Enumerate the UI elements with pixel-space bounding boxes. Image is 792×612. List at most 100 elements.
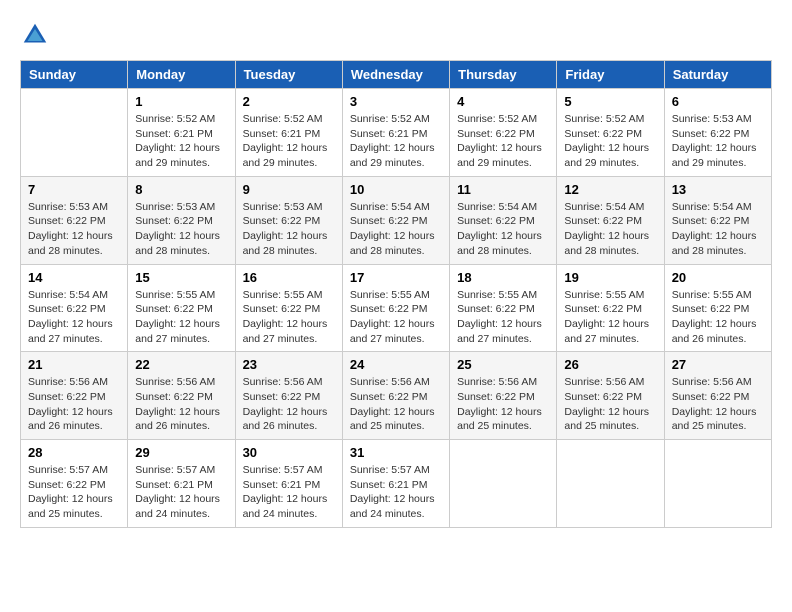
- day-number: 27: [672, 357, 764, 372]
- day-number: 11: [457, 182, 549, 197]
- day-info: Sunrise: 5:56 AM Sunset: 6:22 PM Dayligh…: [457, 375, 549, 434]
- day-cell: 27Sunrise: 5:56 AM Sunset: 6:22 PM Dayli…: [664, 352, 771, 440]
- day-info: Sunrise: 5:53 AM Sunset: 6:22 PM Dayligh…: [672, 112, 764, 171]
- header-row: SundayMondayTuesdayWednesdayThursdayFrid…: [21, 61, 772, 89]
- week-row-4: 21 Sunrise: 5:56 AM Sunset: 6:22 PM Dayli…: [21, 352, 772, 440]
- day-cell: 2 Sunrise: 5:52 AM Sunset: 6:21 PM Daylig…: [235, 89, 342, 177]
- day-cell: 14 Sunrise: 5:54 AM Sunset: 6:22 PM Dayli…: [21, 264, 128, 352]
- day-cell: 30Sunrise: 5:57 AM Sunset: 6:21 PM Dayli…: [235, 440, 342, 528]
- day-info: Sunrise: 5:56 AM Sunset: 6:22 PM Dayligh…: [350, 375, 442, 434]
- day-info: Sunrise: 5:52 AM Sunset: 6:21 PM Dayligh…: [135, 112, 227, 171]
- day-info: Sunrise: 5:57 AM Sunset: 6:21 PM Dayligh…: [135, 463, 227, 522]
- day-cell: 6 Sunrise: 5:53 AM Sunset: 6:22 PM Daylig…: [664, 89, 771, 177]
- day-number: 22: [135, 357, 227, 372]
- day-cell: 16Sunrise: 5:55 AM Sunset: 6:22 PM Dayli…: [235, 264, 342, 352]
- day-info: Sunrise: 5:54 AM Sunset: 6:22 PM Dayligh…: [672, 200, 764, 259]
- day-info: Sunrise: 5:52 AM Sunset: 6:21 PM Dayligh…: [243, 112, 335, 171]
- day-cell: 24 Sunrise: 5:56 AM Sunset: 6:22 PM Dayli…: [342, 352, 449, 440]
- day-number: 28: [28, 445, 120, 460]
- week-row-3: 14 Sunrise: 5:54 AM Sunset: 6:22 PM Dayli…: [21, 264, 772, 352]
- day-number: 14: [28, 270, 120, 285]
- day-number: 9: [243, 182, 335, 197]
- day-number: 4: [457, 94, 549, 109]
- day-info: Sunrise: 5:53 AM Sunset: 6:22 PM Dayligh…: [243, 200, 335, 259]
- day-info: Sunrise: 5:54 AM Sunset: 6:22 PM Dayligh…: [28, 288, 120, 347]
- day-info: Sunrise: 5:52 AM Sunset: 6:21 PM Dayligh…: [350, 112, 442, 171]
- day-info: Sunrise: 5:55 AM Sunset: 6:22 PM Dayligh…: [243, 288, 335, 347]
- header: [20, 20, 772, 50]
- col-header-tuesday: Tuesday: [235, 61, 342, 89]
- day-cell: 10Sunrise: 5:54 AM Sunset: 6:22 PM Dayli…: [342, 176, 449, 264]
- day-cell: 3 Sunrise: 5:52 AM Sunset: 6:21 PM Daylig…: [342, 89, 449, 177]
- day-info: Sunrise: 5:56 AM Sunset: 6:22 PM Dayligh…: [135, 375, 227, 434]
- week-row-2: 7 Sunrise: 5:53 AM Sunset: 6:22 PM Daylig…: [21, 176, 772, 264]
- day-info: Sunrise: 5:52 AM Sunset: 6:22 PM Dayligh…: [457, 112, 549, 171]
- col-header-thursday: Thursday: [450, 61, 557, 89]
- col-header-sunday: Sunday: [21, 61, 128, 89]
- calendar-table: SundayMondayTuesdayWednesdayThursdayFrid…: [20, 60, 772, 528]
- day-cell: 13 Sunrise: 5:54 AM Sunset: 6:22 PM Dayli…: [664, 176, 771, 264]
- day-cell: 12Sunrise: 5:54 AM Sunset: 6:22 PM Dayli…: [557, 176, 664, 264]
- day-cell: 4 Sunrise: 5:52 AM Sunset: 6:22 PM Daylig…: [450, 89, 557, 177]
- day-number: 7: [28, 182, 120, 197]
- day-cell: [664, 440, 771, 528]
- day-info: Sunrise: 5:57 AM Sunset: 6:21 PM Dayligh…: [350, 463, 442, 522]
- day-number: 25: [457, 357, 549, 372]
- day-number: 6: [672, 94, 764, 109]
- day-cell: 23 Sunrise: 5:56 AM Sunset: 6:22 PM Dayli…: [235, 352, 342, 440]
- day-info: Sunrise: 5:56 AM Sunset: 6:22 PM Dayligh…: [28, 375, 120, 434]
- day-info: Sunrise: 5:54 AM Sunset: 6:22 PM Dayligh…: [457, 200, 549, 259]
- day-number: 13: [672, 182, 764, 197]
- day-number: 30: [243, 445, 335, 460]
- day-cell: [450, 440, 557, 528]
- day-number: 3: [350, 94, 442, 109]
- day-info: Sunrise: 5:53 AM Sunset: 6:22 PM Dayligh…: [28, 200, 120, 259]
- day-number: 8: [135, 182, 227, 197]
- col-header-friday: Friday: [557, 61, 664, 89]
- week-row-5: 28 Sunrise: 5:57 AM Sunset: 6:22 PM Dayli…: [21, 440, 772, 528]
- day-number: 26: [564, 357, 656, 372]
- day-number: 21: [28, 357, 120, 372]
- day-info: Sunrise: 5:55 AM Sunset: 6:22 PM Dayligh…: [135, 288, 227, 347]
- day-cell: 21 Sunrise: 5:56 AM Sunset: 6:22 PM Dayli…: [21, 352, 128, 440]
- day-number: 24: [350, 357, 442, 372]
- day-number: 23: [243, 357, 335, 372]
- day-cell: 25 Sunrise: 5:56 AM Sunset: 6:22 PM Dayli…: [450, 352, 557, 440]
- day-number: 2: [243, 94, 335, 109]
- day-info: Sunrise: 5:54 AM Sunset: 6:22 PM Dayligh…: [564, 200, 656, 259]
- day-info: Sunrise: 5:57 AM Sunset: 6:22 PM Dayligh…: [28, 463, 120, 522]
- day-cell: 18Sunrise: 5:55 AM Sunset: 6:22 PM Dayli…: [450, 264, 557, 352]
- day-number: 29: [135, 445, 227, 460]
- day-info: Sunrise: 5:55 AM Sunset: 6:22 PM Dayligh…: [350, 288, 442, 347]
- day-cell: 29 Sunrise: 5:57 AM Sunset: 6:21 PM Dayli…: [128, 440, 235, 528]
- day-info: Sunrise: 5:53 AM Sunset: 6:22 PM Dayligh…: [135, 200, 227, 259]
- day-number: 5: [564, 94, 656, 109]
- day-number: 17: [350, 270, 442, 285]
- day-cell: 31 Sunrise: 5:57 AM Sunset: 6:21 PM Dayli…: [342, 440, 449, 528]
- day-info: Sunrise: 5:55 AM Sunset: 6:22 PM Dayligh…: [457, 288, 549, 347]
- col-header-monday: Monday: [128, 61, 235, 89]
- day-info: Sunrise: 5:56 AM Sunset: 6:22 PM Dayligh…: [243, 375, 335, 434]
- day-info: Sunrise: 5:52 AM Sunset: 6:22 PM Dayligh…: [564, 112, 656, 171]
- day-cell: 5 Sunrise: 5:52 AM Sunset: 6:22 PM Daylig…: [557, 89, 664, 177]
- day-cell: 11 Sunrise: 5:54 AM Sunset: 6:22 PM Dayli…: [450, 176, 557, 264]
- day-cell: 9 Sunrise: 5:53 AM Sunset: 6:22 PM Daylig…: [235, 176, 342, 264]
- day-cell: 28 Sunrise: 5:57 AM Sunset: 6:22 PM Dayli…: [21, 440, 128, 528]
- day-info: Sunrise: 5:54 AM Sunset: 6:22 PM Dayligh…: [350, 200, 442, 259]
- day-cell: 20Sunrise: 5:55 AM Sunset: 6:22 PM Dayli…: [664, 264, 771, 352]
- col-header-wednesday: Wednesday: [342, 61, 449, 89]
- day-cell: [557, 440, 664, 528]
- day-number: 19: [564, 270, 656, 285]
- day-cell: 22 Sunrise: 5:56 AM Sunset: 6:22 PM Dayli…: [128, 352, 235, 440]
- day-cell: 8 Sunrise: 5:53 AM Sunset: 6:22 PM Daylig…: [128, 176, 235, 264]
- day-cell: 26 Sunrise: 5:56 AM Sunset: 6:22 PM Dayli…: [557, 352, 664, 440]
- week-row-1: 1Sunrise: 5:52 AM Sunset: 6:21 PM Daylig…: [21, 89, 772, 177]
- day-number: 15: [135, 270, 227, 285]
- day-number: 31: [350, 445, 442, 460]
- day-cell: 1Sunrise: 5:52 AM Sunset: 6:21 PM Daylig…: [128, 89, 235, 177]
- day-cell: 15 Sunrise: 5:55 AM Sunset: 6:22 PM Dayli…: [128, 264, 235, 352]
- day-info: Sunrise: 5:56 AM Sunset: 6:22 PM Dayligh…: [564, 375, 656, 434]
- day-cell: 19Sunrise: 5:55 AM Sunset: 6:22 PM Dayli…: [557, 264, 664, 352]
- day-cell: [21, 89, 128, 177]
- day-cell: 17 Sunrise: 5:55 AM Sunset: 6:22 PM Dayli…: [342, 264, 449, 352]
